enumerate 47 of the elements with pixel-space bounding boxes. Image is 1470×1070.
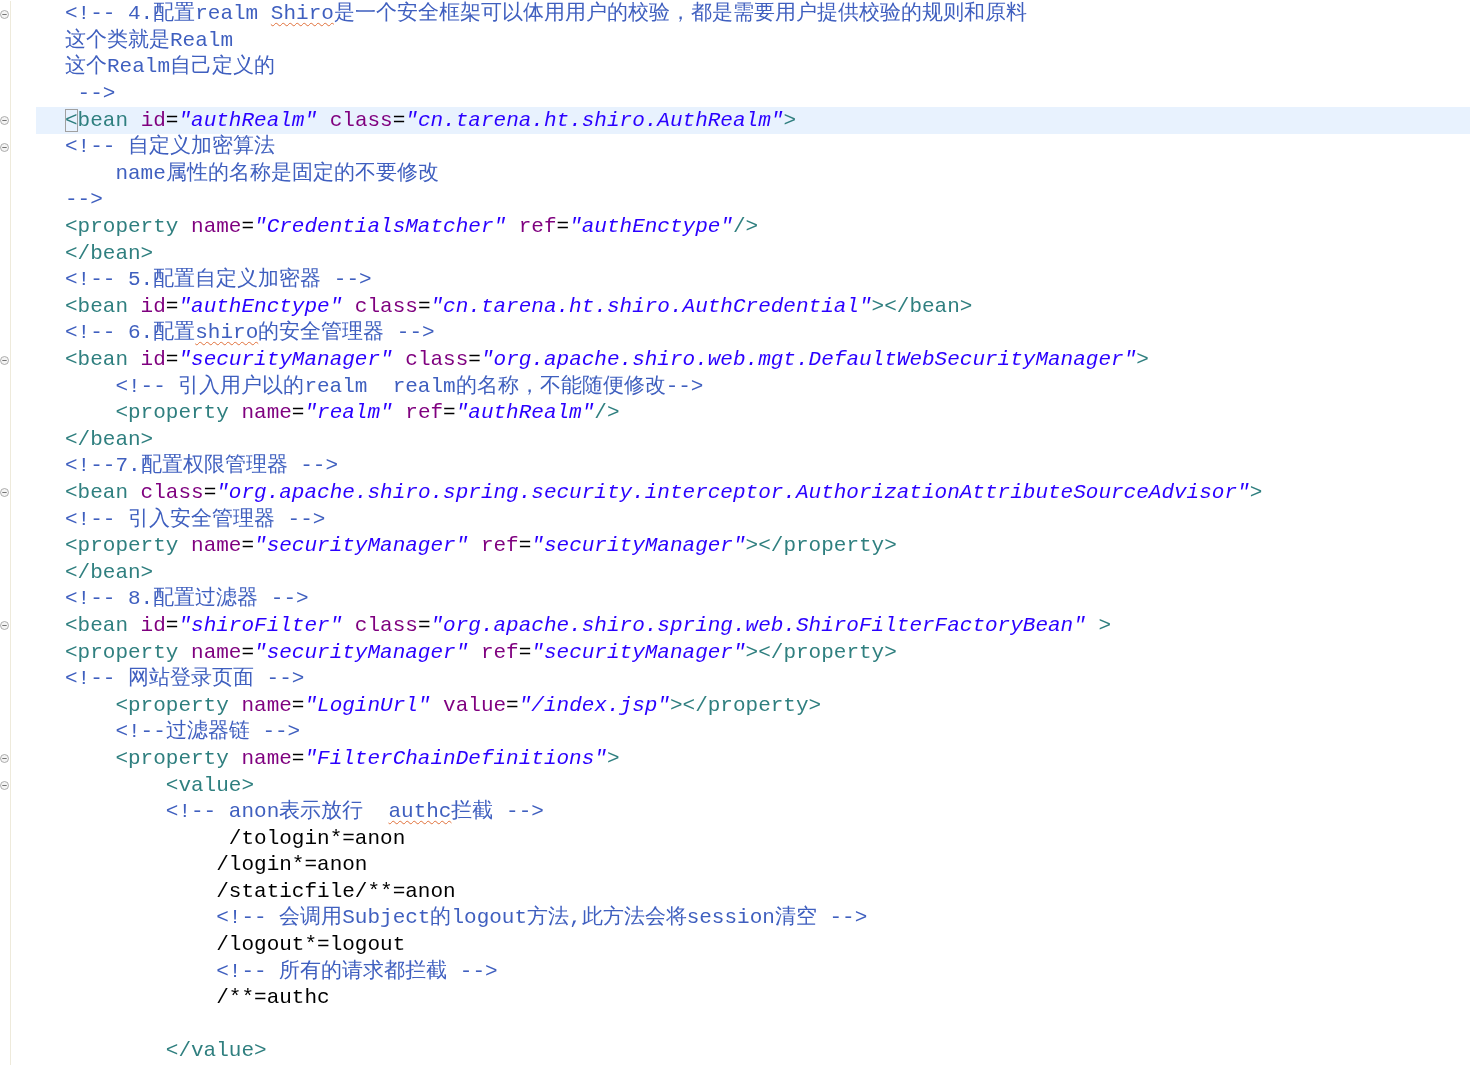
code-line: /tologin*=anon bbox=[227, 825, 406, 852]
code-line: <property name="securityManager" ref="securityManager"></property> bbox=[65, 639, 897, 666]
code-line: <!-- 会调用Subject的logout方法,此方法会将session清空 --> bbox=[215, 905, 868, 932]
code-line: <bean id="authEnctype" class="cn.tarena.ht.shiro.AuthCredential"></bean> bbox=[65, 293, 973, 320]
fold-toggle-icon[interactable] bbox=[0, 9, 9, 19]
code-line: --> bbox=[65, 187, 103, 214]
code-line: <bean id="authRealm" class="cn.tarena.ht.shiro.AuthRealm"> bbox=[65, 107, 796, 134]
code-line: <property name="realm" ref="authRealm"/> bbox=[114, 400, 620, 427]
fold-toggle-icon[interactable] bbox=[0, 621, 9, 631]
fold-toggle-icon[interactable] bbox=[0, 116, 9, 126]
code-line: </bean> bbox=[65, 240, 154, 267]
code-line: /**=authc bbox=[215, 985, 330, 1012]
code-line: <bean id="securityManager" class="org.apache.shiro.web.mgt.DefaultWebSecurityManager"> bbox=[65, 347, 1149, 373]
code-line: </value> bbox=[164, 1038, 267, 1065]
code-line: <property name="LoginUrl" value="/index.jsp"></property> bbox=[114, 692, 822, 719]
code-line: <!-- 5.配置自定义加密器 --> bbox=[65, 267, 372, 294]
fold-toggle-icon[interactable] bbox=[0, 142, 9, 152]
code-line: <property name="FilterChainDefinitions"> bbox=[114, 745, 620, 772]
code-line: <property name="CredentialsMatcher" ref="authEnctype"/> bbox=[65, 214, 759, 241]
code-line: <!-- 引入用户以的realm realm的名称，不能随便修改--> bbox=[114, 373, 704, 400]
code-line: <!-- 4.配置realm Shiro是一个安全框架可以体用用户的校验，都是需要用户提供校验的规则和原料 bbox=[65, 1, 1027, 28]
code-line: <!-- anon表示放行 authc拦截 --> bbox=[164, 799, 544, 826]
code-line: <bean id="shiroFilter" class="org.apache.shiro.spring.web.ShiroFilterFactoryBean" > bbox=[65, 612, 1112, 639]
code-line: <property name="securityManager" ref="securityManager"></property> bbox=[65, 533, 897, 560]
code-line: 这个Realm自己定义的 bbox=[65, 54, 275, 81]
fold-toggle-icon[interactable] bbox=[0, 355, 9, 365]
code-line: /logout*=logout bbox=[215, 932, 406, 959]
code-line: <!-- 自定义加密算法 bbox=[65, 134, 275, 161]
code-line: <!--7.配置权限管理器 --> bbox=[65, 453, 339, 480]
code-line: </bean> bbox=[65, 559, 154, 586]
code-line: <!-- 引入安全管理器 --> bbox=[65, 506, 326, 533]
code-line: <!-- 6.配置shiro的安全管理器 --> bbox=[65, 320, 435, 347]
code-line: 这个类就是Realm bbox=[65, 27, 233, 54]
code-line: <bean class="org.apache.shiro.spring.security.interceptor.AuthorizationAttributeSourceAdvisor"> bbox=[65, 480, 1263, 506]
code-line: /staticfile/**=anon bbox=[215, 878, 456, 905]
fold-toggle-icon[interactable] bbox=[0, 488, 9, 498]
code-line: --> bbox=[76, 81, 116, 108]
code-line: <value> bbox=[164, 772, 255, 799]
fold-toggle-icon[interactable] bbox=[0, 781, 9, 790]
code-line: <!--过滤器链 --> bbox=[114, 719, 301, 746]
code-line: <!-- 8.配置过滤器 --> bbox=[65, 586, 309, 613]
code-line: </bean> bbox=[65, 426, 154, 453]
fold-toggle-icon[interactable] bbox=[0, 754, 9, 764]
code-line: name属性的名称是固定的不要修改 bbox=[114, 160, 439, 187]
code-line: <!-- 网站登录页面 --> bbox=[65, 666, 305, 693]
code-line: /login*=anon bbox=[215, 852, 368, 879]
code-line: <!-- 所有的请求都拦截 --> bbox=[215, 958, 498, 985]
